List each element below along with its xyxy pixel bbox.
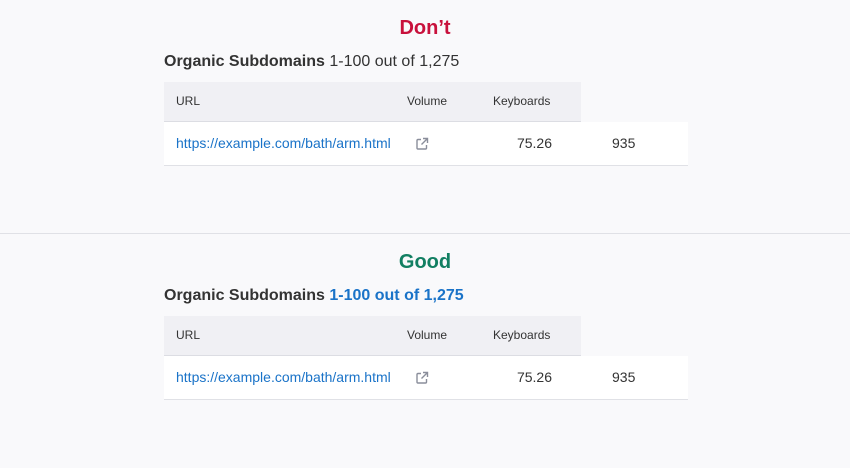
url-link[interactable]: https://example.com/bath/arm.html bbox=[176, 122, 391, 165]
results-count-link[interactable]: 1-100 out of 1,275 bbox=[329, 287, 463, 304]
keyboards-value: 935 bbox=[612, 369, 636, 385]
volume-value: 75.26 bbox=[516, 369, 552, 385]
good-label: Good bbox=[398, 251, 452, 273]
table-title: Organic Subdomains bbox=[164, 53, 325, 70]
column-header-volume[interactable]: Volume bbox=[407, 82, 447, 121]
good-example: Good Organic Subdomains 1-100 out of 1,2… bbox=[0, 234, 850, 468]
table-row: https://example.com/bath/arm.html 75.26 … bbox=[164, 122, 688, 166]
table-heading: Organic Subdomains 1-100 out of 1,275 bbox=[164, 286, 464, 306]
volume-value: 75.26 bbox=[516, 135, 552, 151]
table-row: https://example.com/bath/arm.html 75.26 … bbox=[164, 356, 688, 400]
table-header: URL Volume Keyboards bbox=[164, 316, 581, 356]
table-heading: Organic Subdomains 1-100 out of 1,275 bbox=[164, 52, 459, 72]
table-title: Organic Subdomains bbox=[164, 287, 325, 304]
keyboards-value: 935 bbox=[612, 135, 636, 151]
url-link[interactable]: https://example.com/bath/arm.html bbox=[176, 356, 391, 399]
external-link-icon[interactable] bbox=[415, 371, 429, 385]
column-header-url[interactable]: URL bbox=[176, 82, 200, 121]
results-count: 1-100 out of 1,275 bbox=[329, 53, 460, 70]
table-header: URL Volume Keyboards bbox=[164, 82, 581, 122]
column-header-keyboards[interactable]: Keyboards bbox=[493, 316, 550, 355]
dont-example: Don’t Organic Subdomains 1-100 out of 1,… bbox=[0, 0, 850, 234]
column-header-volume[interactable]: Volume bbox=[407, 316, 447, 355]
external-link-icon[interactable] bbox=[415, 137, 429, 151]
column-header-url[interactable]: URL bbox=[176, 316, 200, 355]
dont-label: Don’t bbox=[399, 17, 451, 39]
column-header-keyboards[interactable]: Keyboards bbox=[493, 82, 550, 121]
